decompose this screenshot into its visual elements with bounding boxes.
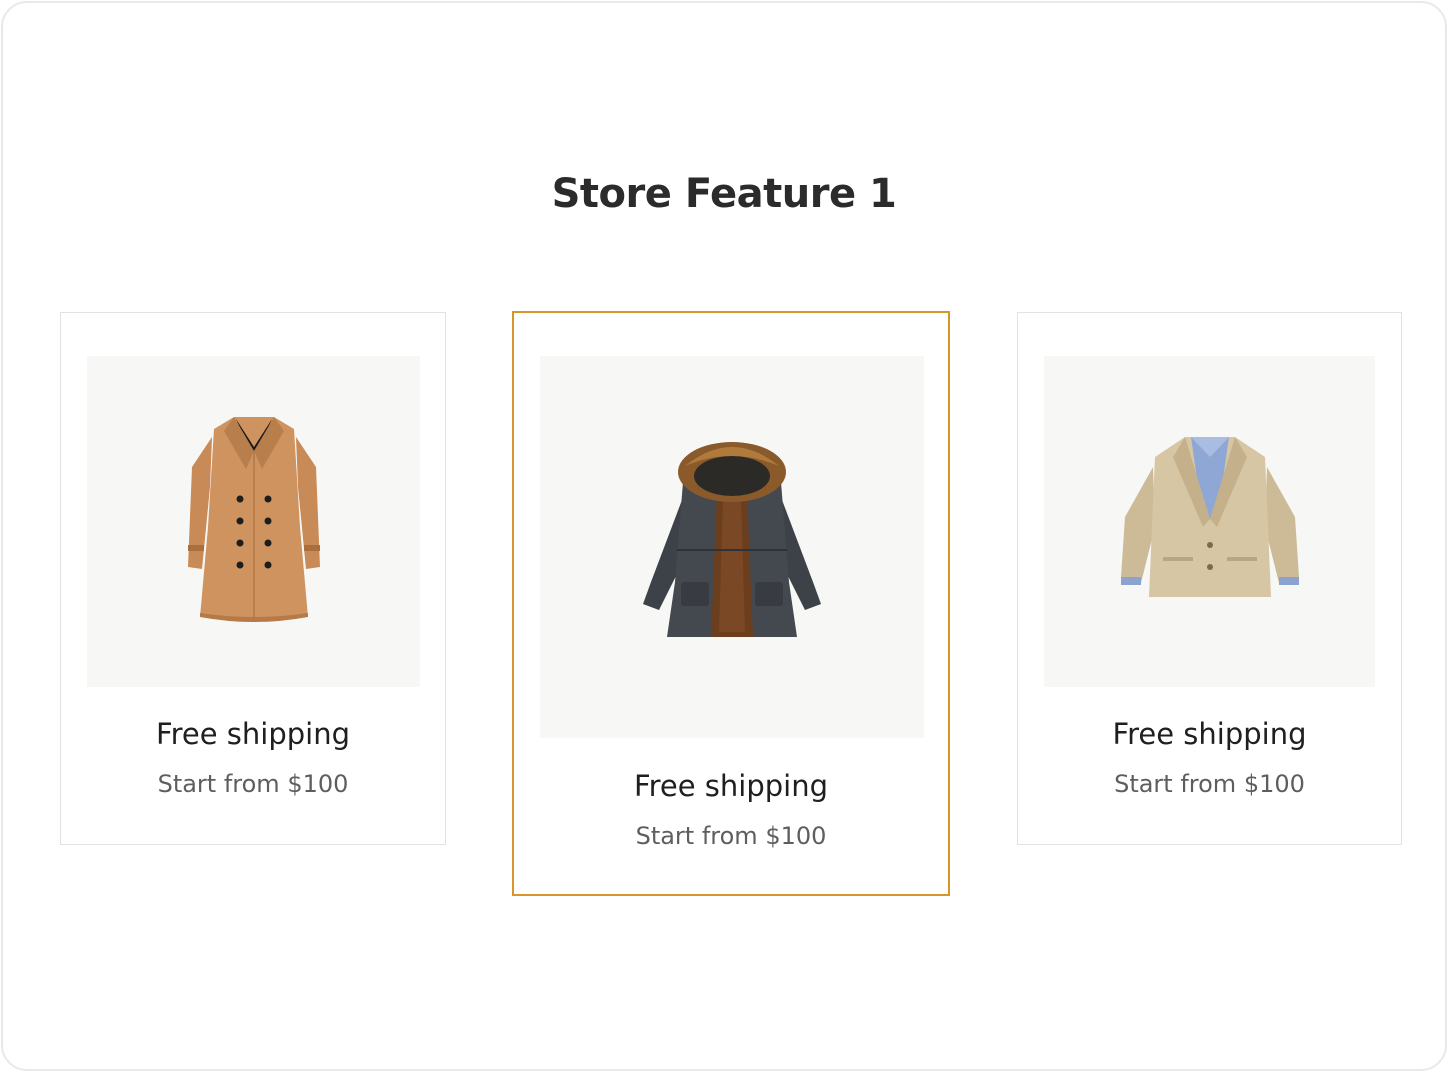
card-title: Free shipping xyxy=(156,717,350,751)
page-frame: Store Feature 1 Free shipping Start from… xyxy=(1,1,1447,1071)
card-title: Free shipping xyxy=(634,769,828,803)
feature-card-2[interactable]: Free shipping Start from $100 xyxy=(512,311,950,896)
section-title: Store Feature 1 xyxy=(551,171,897,217)
card-title: Free shipping xyxy=(1112,717,1307,751)
beige-blazer-image xyxy=(1120,436,1299,597)
fur-hood-parka-image xyxy=(643,442,821,637)
product-image-blazer xyxy=(1044,356,1375,687)
card-subtitle: Start from $100 xyxy=(157,770,349,798)
product-image-parka xyxy=(540,356,924,738)
card-subtitle: Start from $100 xyxy=(1114,770,1305,798)
feature-card-1[interactable]: Free shipping Start from $100 xyxy=(60,312,446,845)
product-image-coat xyxy=(87,356,420,687)
camel-trench-coat-image xyxy=(187,416,320,622)
card-subtitle: Start from $100 xyxy=(635,822,827,850)
feature-card-3[interactable]: Free shipping Start from $100 xyxy=(1017,312,1402,845)
